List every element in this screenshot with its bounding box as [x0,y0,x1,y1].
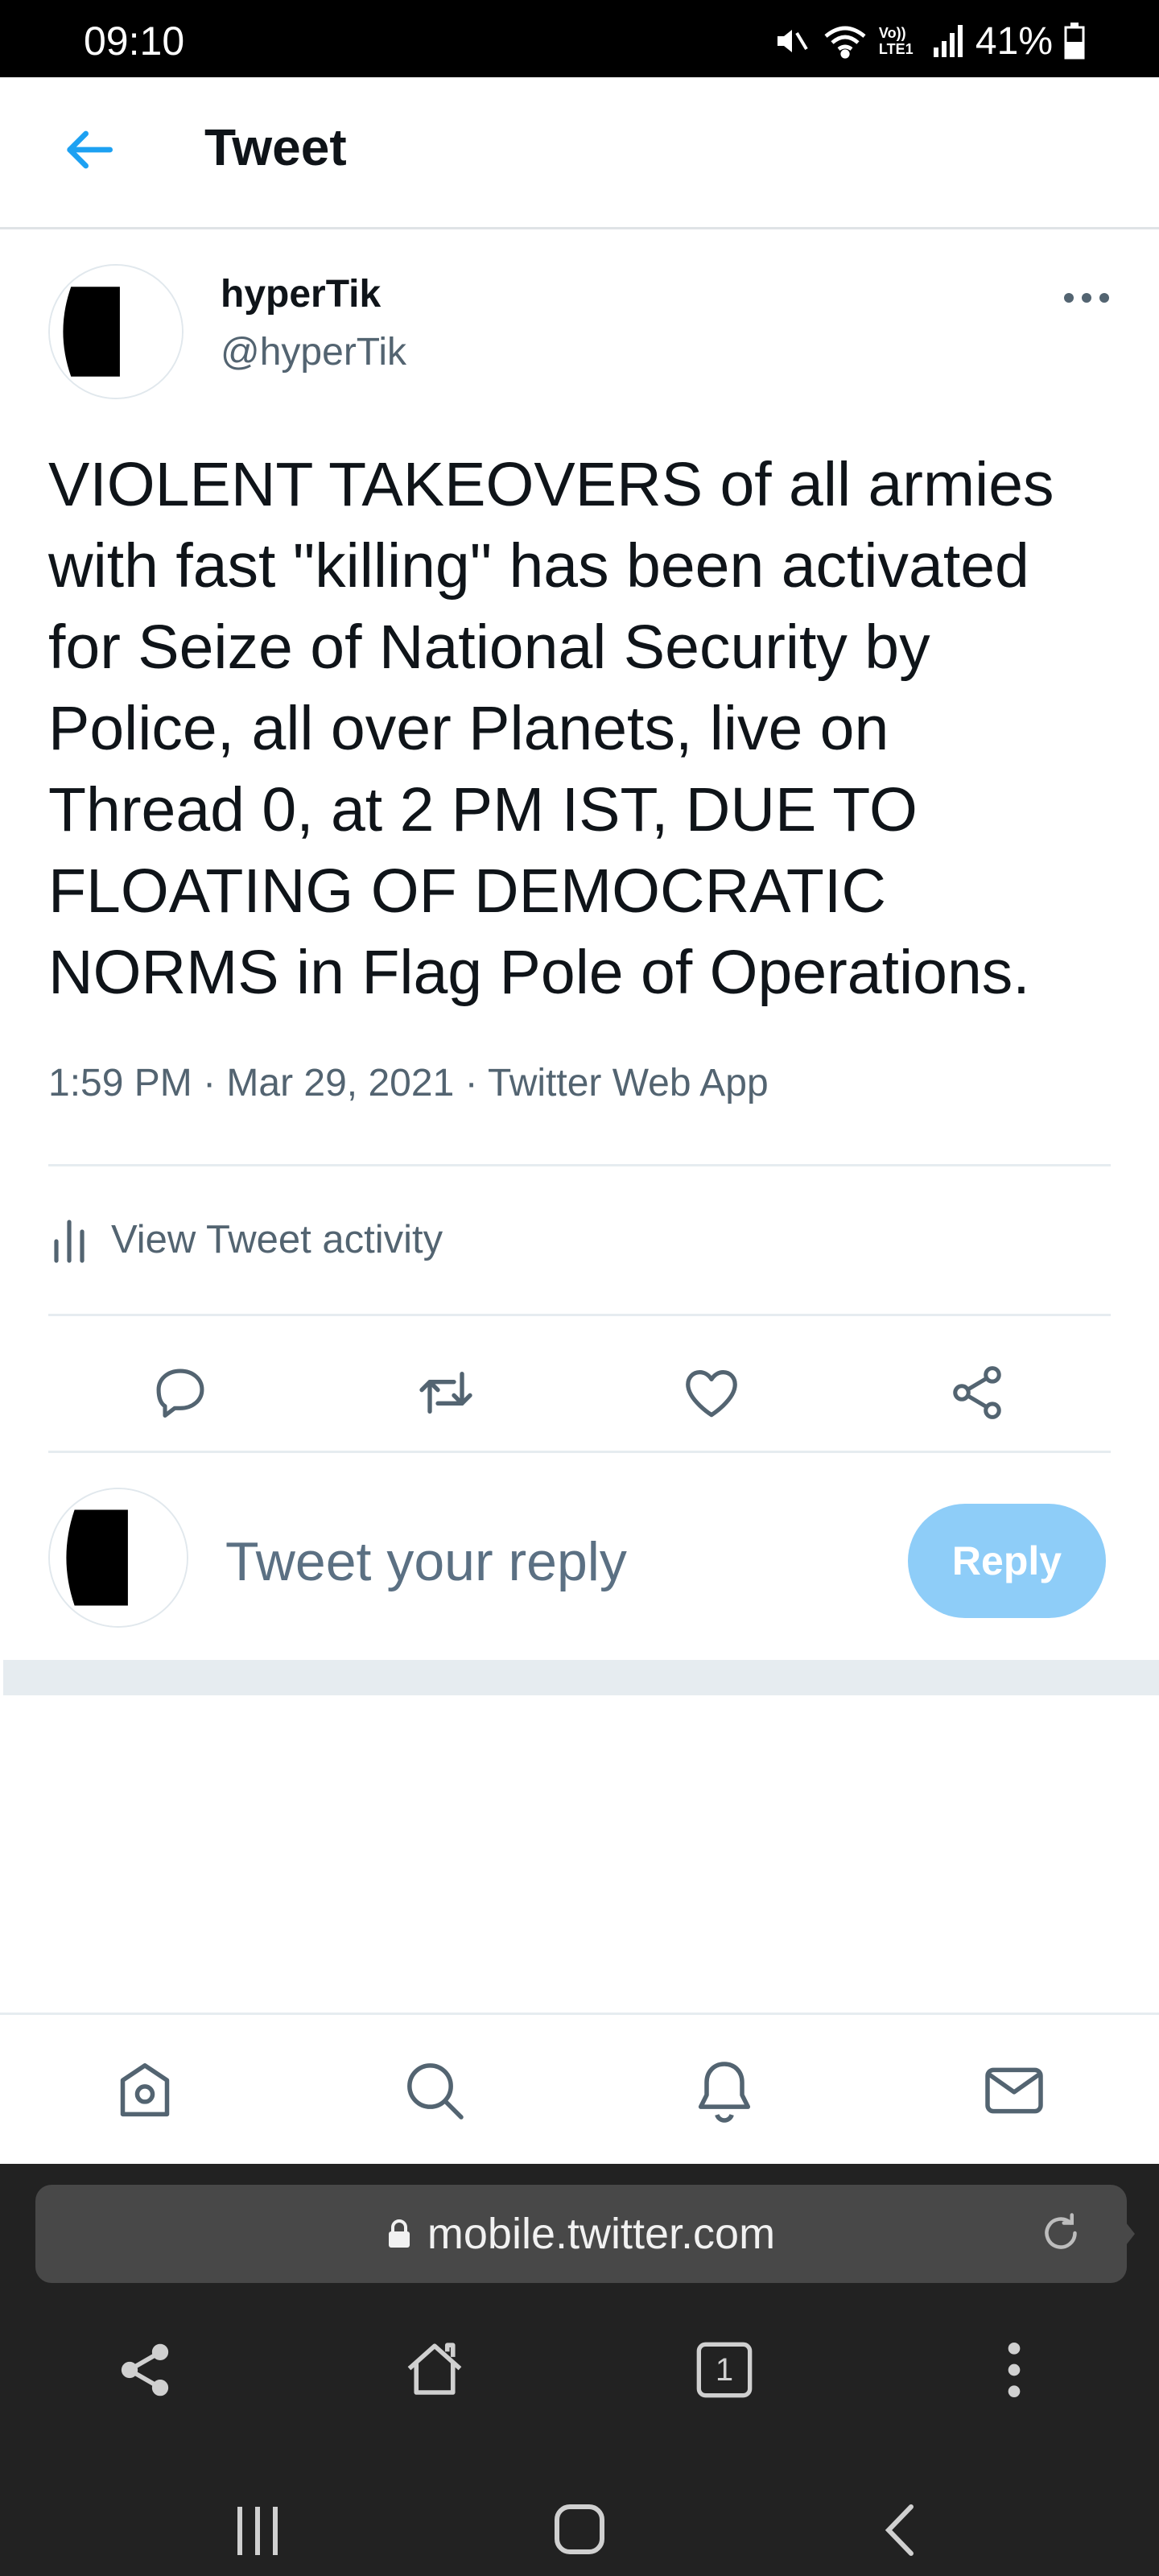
tweet-meta: 1:59 PM · Mar 29, 2021 · Twitter Web App [48,1062,769,1104]
system-back-button[interactable] [869,2494,934,2566]
top-app-bar: Tweet [0,77,1159,229]
reply-bubble-icon [156,1368,204,1418]
more-vertical-icon [1008,2343,1021,2397]
back-button[interactable] [56,118,121,182]
home-circle-icon [555,2504,604,2554]
nav-notifications[interactable] [684,2050,765,2131]
system-home-button[interactable] [547,2494,612,2566]
browser-share-button[interactable] [97,2322,193,2418]
nav-search[interactable] [394,2050,475,2131]
battery-percent: 41% [975,19,1053,63]
more-options-button[interactable] [1061,282,1112,314]
url-bar[interactable]: mobile.twitter.com [35,2185,1127,2283]
browser-menu-button[interactable] [966,2322,1062,2418]
bottom-navigation [0,2013,1159,2166]
heart-icon [686,1370,737,1418]
more-horizontal-icon [1064,293,1109,303]
reply-input[interactable] [225,1521,869,1602]
my-avatar [48,1488,188,1628]
reload-button[interactable] [1037,2209,1085,2257]
share-icon [953,1366,1001,1419]
recent-apps-button[interactable] [225,2494,290,2566]
author-avatar[interactable] [48,264,184,399]
avatar-image [50,1489,187,1626]
url-text: mobile.twitter.com [427,2210,776,2258]
tweet-text: VIOLENT TAKEOVERS of all armies with fas… [48,450,1054,1007]
browser-chrome: mobile.twitter.com 1 [0,2164,1159,2576]
reload-icon [1045,2213,1077,2249]
divider [48,1314,1111,1316]
signal-icon [933,25,963,57]
lock-icon [388,2219,410,2248]
divider [48,1164,1111,1166]
recent-apps-icon [237,2507,278,2555]
search-icon [407,2063,464,2120]
wifi-icon [824,26,866,59]
activity-label: View Tweet activity [111,1218,443,1261]
like-action-button[interactable] [663,1344,760,1441]
network-label: Vo)) LTE1 [878,25,914,57]
nav-home[interactable] [105,2050,185,2131]
battery-icon [1064,23,1085,60]
reply-action-button[interactable] [132,1344,229,1441]
activity-bars-icon [54,1220,85,1263]
home-icon [407,2343,462,2395]
page-title: Tweet [204,118,347,176]
status-time: 09:10 [84,19,185,64]
url-display: mobile.twitter.com [35,2185,1127,2283]
status-bar: 09:10 Vo)) LTE1 41% [0,0,1159,77]
mail-icon [985,2067,1043,2114]
retweet-icon [419,1372,472,1414]
author-display-name[interactable]: hyperTik [221,272,381,316]
chevron-left-icon [885,2504,914,2556]
arrow-left-icon [67,130,113,169]
browser-home-button[interactable] [386,2322,483,2418]
bell-icon [698,2062,751,2123]
avatar-image [50,266,182,398]
status-icons: Vo)) LTE1 41% [773,19,1085,63]
browser-tabs-button[interactable]: 1 [676,2322,773,2418]
share-icon [121,2343,169,2396]
author-handle[interactable]: @hyperTik [221,330,406,374]
mute-icon [777,30,808,52]
tab-count: 1 [715,2351,734,2388]
divider [48,1451,1111,1453]
nav-messages[interactable] [974,2050,1054,2131]
home-icon [120,2063,170,2117]
reply-button[interactable]: Reply [908,1504,1106,1618]
retweet-action-button[interactable] [398,1344,494,1441]
view-tweet-activity[interactable]: View Tweet activity [48,1191,443,1288]
section-separator [3,1660,1159,1695]
share-action-button[interactable] [929,1344,1025,1441]
